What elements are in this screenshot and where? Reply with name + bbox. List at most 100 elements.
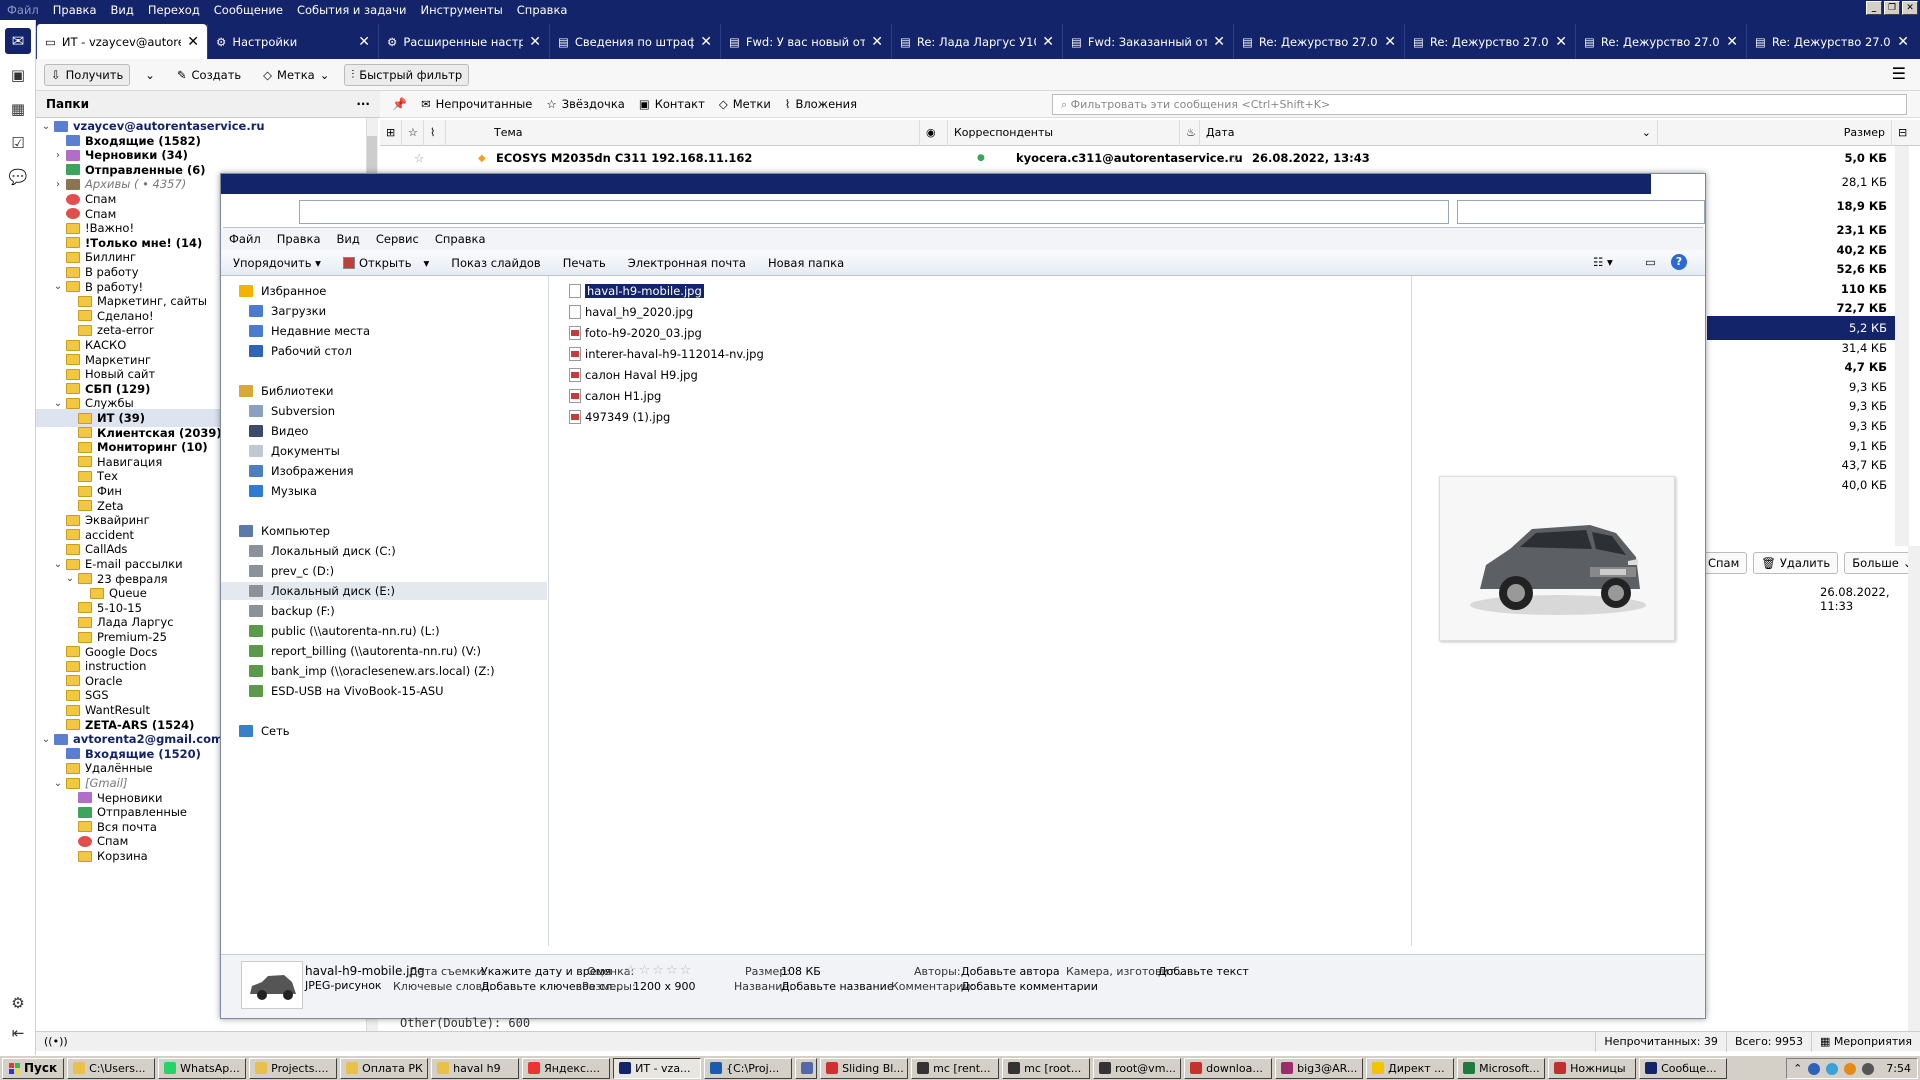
organize-button[interactable]: Упорядочить ▾	[233, 256, 321, 270]
taskbar-button[interactable]: Оплата РК	[340, 1057, 429, 1079]
tab-4[interactable]: ▤ Fwd: У вас новый отзыв ✕	[720, 24, 891, 59]
spam-button[interactable]: Спам	[1700, 552, 1748, 574]
junk-column-icon[interactable]: ♨	[1180, 119, 1200, 146]
filter-tags-button[interactable]: ◇ Метки	[719, 97, 771, 111]
events-pane-toggle[interactable]: ▦ Мероприятия	[1811, 1032, 1920, 1052]
taskbar-button[interactable]: Яндекс....	[522, 1057, 611, 1079]
taskbar-button[interactable]: mc [rent...	[911, 1057, 1000, 1079]
taskbar-button[interactable]: C:\Users...	[67, 1057, 156, 1079]
close-tab-icon[interactable]: ✕	[871, 34, 883, 50]
expanded-chevron-icon[interactable]: ⌄	[52, 281, 64, 292]
app-menu-icon[interactable]: ☰	[1892, 64, 1906, 83]
filter-starred-button[interactable]: ☆ Звёздочка	[546, 97, 624, 111]
taskbar-button[interactable]: mc [root...	[1002, 1057, 1091, 1079]
explorer-menu-2[interactable]: Вид	[337, 232, 360, 246]
reading-pane-scrollbar[interactable]	[1908, 546, 1920, 1031]
clock[interactable]: 7:54	[1886, 1062, 1911, 1075]
message-list-scrollbar[interactable]	[1895, 146, 1909, 546]
email-button[interactable]: Электронная почта	[628, 256, 746, 270]
expanded-chevron-icon[interactable]: ⌄	[52, 398, 64, 409]
read-status-icon[interactable]: ●	[977, 153, 985, 163]
taskbar-button[interactable]: Сообще...	[1639, 1057, 1728, 1079]
taskbar-button[interactable]: Ножницы	[1548, 1057, 1637, 1079]
correspondents-column-header[interactable]: Корреспонденты	[948, 119, 1180, 146]
close-tab-icon[interactable]: ✕	[1213, 34, 1225, 50]
close-tab-icon[interactable]: ✕	[1897, 34, 1909, 50]
taskbar-button[interactable]: ИТ - vza...	[613, 1057, 702, 1079]
explorer-menu-4[interactable]: Справка	[435, 232, 486, 246]
close-tab-icon[interactable]: ✕	[1726, 34, 1738, 50]
folder-scroll-thumb[interactable]	[367, 136, 377, 178]
star-icon[interactable]: ☆	[414, 151, 424, 165]
authors-value[interactable]: Добавьте автора	[961, 965, 1060, 978]
filter-attachments-button[interactable]: ⌇ Вложения	[785, 97, 857, 111]
tab-3[interactable]: ▤ Сведения по штрафам ✕	[549, 24, 720, 59]
help-icon[interactable]: ?	[1671, 254, 1687, 270]
nav-item[interactable]: Локальный диск (E:)	[221, 582, 547, 600]
collapsed-chevron-icon[interactable]: ›	[52, 150, 64, 161]
nav-item[interactable]: Изображения	[221, 462, 354, 480]
menu-3[interactable]: Переход	[141, 3, 207, 17]
calendar-icon[interactable]: ▦	[5, 96, 31, 122]
delete-button[interactable]: 🗑 Удалить	[1753, 552, 1839, 574]
get-messages-dropdown[interactable]: ⌄	[138, 64, 162, 86]
collapsed-chevron-icon[interactable]: ›	[52, 179, 64, 190]
attachment-column-icon[interactable]: ⌇	[424, 119, 446, 146]
nav-item[interactable]: Рабочий стол	[221, 342, 352, 360]
file-item[interactable]: салон H1.jpg	[569, 387, 661, 404]
date-column-header[interactable]: Дата ⌄	[1200, 119, 1658, 146]
nav-item[interactable]: report_billing (\\autorenta-nn.ru) (V:)	[221, 642, 481, 660]
taskbar-button[interactable]: big3@AR...	[1275, 1057, 1364, 1079]
menu-4[interactable]: Сообщение	[207, 3, 290, 17]
nav-item[interactable]: public (\\autorenta-nn.ru) (L:)	[221, 622, 440, 640]
new-folder-button[interactable]: Новая папка	[768, 256, 844, 270]
close-button[interactable]: ✕	[1902, 1, 1918, 15]
message-row[interactable]: ☆ ◆ ECOSYS M2035dn C311 192.168.11.162 ● kyo…	[380, 146, 1895, 170]
nav-item[interactable]: Библиотеки	[221, 382, 334, 400]
file-item[interactable]: 497349 (1).jpg	[569, 408, 670, 425]
menu-5[interactable]: События и задачи	[290, 3, 414, 17]
get-messages-button[interactable]: ⇩ Получить	[44, 63, 131, 86]
settings-gear-icon[interactable]: ⚙	[5, 990, 31, 1016]
nav-item[interactable]: Загрузки	[221, 302, 326, 320]
tab-9[interactable]: ▤ Re: Дежурство 27.08 ✕	[1575, 24, 1746, 59]
taskbar-button[interactable]: downloa...	[1184, 1057, 1273, 1079]
menu-2[interactable]: Вид	[104, 3, 141, 17]
taskbar-button[interactable]: haval h9	[431, 1057, 520, 1079]
expanded-chevron-icon[interactable]: ⌄	[52, 559, 64, 570]
taskbar-button[interactable]: Директ ...	[1366, 1057, 1455, 1079]
cloud-tray-icon[interactable]	[1826, 1062, 1839, 1075]
expanded-chevron-icon[interactable]: ⌄	[40, 734, 52, 745]
close-tab-icon[interactable]: ✕	[1555, 34, 1567, 50]
nav-item[interactable]: Subversion	[221, 402, 335, 420]
expanded-chevron-icon[interactable]: ⌄	[64, 573, 76, 584]
file-item[interactable]: foto-h9-2020_03.jpg	[569, 324, 702, 341]
tab-5[interactable]: ▤ Re: Лада Ларгус У10 ✕	[891, 24, 1062, 59]
write-button[interactable]: ✎ Создать	[170, 64, 248, 86]
view-options-icon[interactable]: ☷ ▾	[1593, 255, 1613, 269]
start-button[interactable]: Пуск	[2, 1057, 65, 1079]
mail-space-icon[interactable]: ✉	[5, 28, 31, 54]
file-item[interactable]: haval-h9-mobile.jpg	[569, 282, 704, 299]
collapse-icon[interactable]: ⇤	[5, 1020, 31, 1046]
explorer-title-bar[interactable]	[221, 174, 1651, 194]
taskbar-button[interactable]: Microsoft...	[1457, 1057, 1546, 1079]
nav-item[interactable]: bank_imp (\\oraclesenew.ars.local) (Z:)	[221, 662, 495, 680]
nav-item[interactable]: Недавние места	[221, 322, 370, 340]
menu-0[interactable]: Файл	[0, 3, 46, 17]
expanded-chevron-icon[interactable]: ⌄	[40, 121, 52, 132]
taskbar-button[interactable]: root@vm...	[1093, 1057, 1182, 1079]
title-value[interactable]: Добавьте название	[781, 980, 894, 993]
taskbar-button[interactable]: {C:\Proj...	[704, 1057, 793, 1079]
menu-7[interactable]: Справка	[510, 3, 575, 17]
size-column-header[interactable]: Размер	[1658, 119, 1892, 146]
close-tab-icon[interactable]: ✕	[1384, 34, 1396, 50]
close-tab-icon[interactable]: ✕	[700, 34, 712, 50]
app-tray-icon[interactable]	[1844, 1062, 1857, 1075]
close-tab-icon[interactable]: ✕	[1042, 34, 1054, 50]
quick-filter-button[interactable]: ⫶ Быстрый фильтр	[344, 63, 470, 86]
search-box[interactable]	[1457, 200, 1705, 224]
taskbar-button[interactable]: WhatsAp...	[158, 1057, 247, 1079]
explorer-menu-0[interactable]: Файл	[229, 232, 261, 246]
column-picker-icon[interactable]: ⊟	[1892, 120, 1912, 146]
